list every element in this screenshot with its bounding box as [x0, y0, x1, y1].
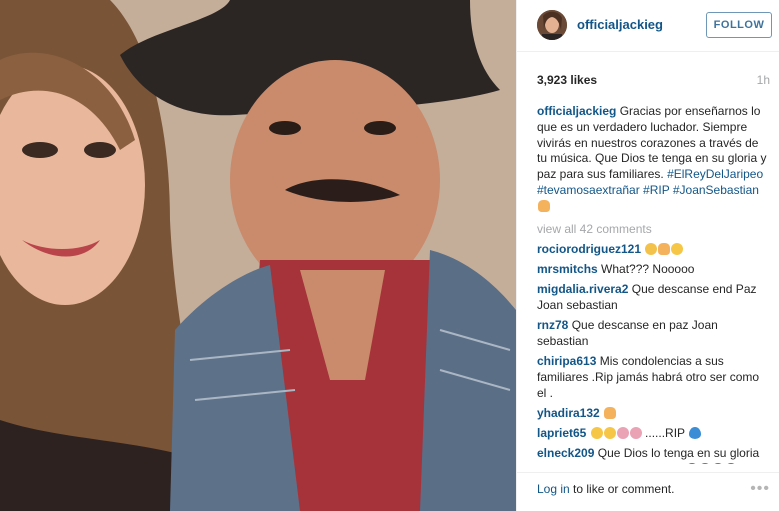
view-all-comments-link[interactable]: view all 42 comments: [537, 221, 770, 237]
comment-item: mrsmitchs What??? Nooooo: [537, 261, 770, 277]
likes-count[interactable]: 3,923 likes: [537, 73, 597, 87]
praying-hands-icon: [658, 242, 671, 255]
post-timestamp[interactable]: 1h: [757, 73, 770, 87]
comment-item: yhadira132: [537, 405, 770, 421]
comment-item: migdalia.rivera2 Que descanse end Paz Jo…: [537, 281, 770, 313]
comment-item: elneck209 Que Dios lo tenga en su gloria…: [537, 445, 770, 464]
sad-face-icon: [590, 426, 603, 439]
comment-text: What??? Nooooo: [601, 261, 695, 276]
post-stats: 3,923 likes 1h: [537, 73, 770, 89]
woman-icon: [629, 426, 642, 439]
photo-illustration: [0, 0, 516, 511]
login-link[interactable]: Log in: [537, 482, 570, 496]
post-caption: officialjackieg Gracias por enseñarnos l…: [537, 104, 770, 215]
comment-text: ......RIP: [645, 425, 685, 440]
comment-username[interactable]: yhadira132: [537, 406, 600, 420]
login-prompt: Log in to like or comment.: [537, 482, 674, 496]
follow-button[interactable]: FOLLOW: [706, 12, 772, 38]
comment-username[interactable]: rociorodriguez121: [537, 242, 641, 256]
comment-username[interactable]: migdalia.rivera2: [537, 282, 628, 296]
comment-item: chiripa613 Mis condolencias a sus famili…: [537, 353, 770, 401]
sad-face-icon: [671, 242, 684, 255]
username-link[interactable]: officialjackieg: [577, 17, 663, 32]
comment-username[interactable]: chiripa613: [537, 354, 596, 368]
comment-username[interactable]: lapriet65: [537, 426, 586, 440]
more-options-icon[interactable]: •••: [750, 480, 770, 498]
comment-username[interactable]: mrsmitchs: [537, 262, 598, 276]
cat-face-icon: [645, 242, 658, 255]
comment-item: rnz78 Que descanse en paz Joan sebastian: [537, 317, 770, 349]
music-notes-icon: [712, 462, 725, 464]
sad-face-icon: [603, 426, 616, 439]
caption-username[interactable]: officialjackieg: [537, 104, 616, 118]
post-footer: Log in to like or comment. •••: [517, 472, 779, 511]
post-side-panel: officialjackieg FOLLOW 3,923 likes 1h of…: [516, 0, 779, 511]
praying-hands-icon: [538, 199, 550, 212]
avatar-image: [537, 10, 567, 40]
comment-username[interactable]: rnz78: [537, 318, 568, 332]
microphone-icon: [725, 462, 738, 464]
comment-item: lapriet65 ......RIP: [537, 425, 770, 441]
praying-hands-icon: [604, 406, 617, 419]
login-prompt-text: to like or comment.: [569, 482, 675, 496]
blue-heart-icon: [689, 426, 702, 439]
comment-username[interactable]: elneck209: [537, 446, 594, 460]
comment-item: rociorodriguez121: [537, 241, 770, 257]
woman-icon: [616, 426, 629, 439]
guitar-icon: [699, 462, 712, 464]
horse-icon: [686, 462, 699, 464]
post-header: officialjackieg FOLLOW: [517, 0, 779, 52]
post-photo: [0, 0, 516, 511]
avatar[interactable]: [537, 10, 567, 40]
comments-list: officialjackieg Gracias por enseñarnos l…: [537, 104, 770, 464]
